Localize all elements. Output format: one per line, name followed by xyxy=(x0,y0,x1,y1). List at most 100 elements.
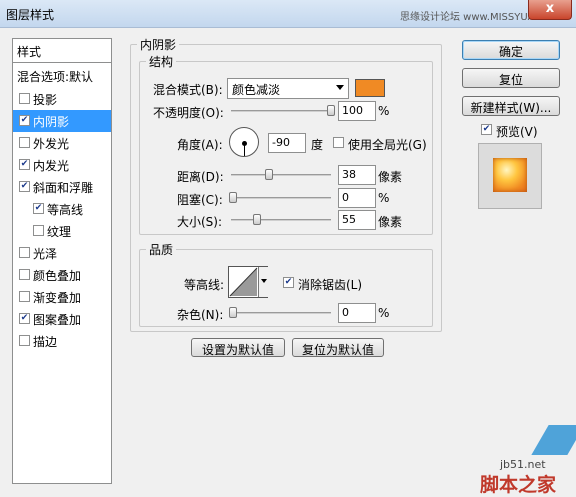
size-label: 大小(S): xyxy=(177,215,223,229)
title-bar: 图层样式 思缘设计论坛 www.MISSYUAN.COM x xyxy=(0,0,576,28)
angle-input[interactable]: -90 xyxy=(268,133,306,153)
size-slider-track[interactable] xyxy=(231,214,331,225)
noise-unit: % xyxy=(378,306,390,320)
style-satin[interactable]: 光泽 xyxy=(13,242,111,264)
opacity-slider-track[interactable] xyxy=(231,105,335,116)
style-label: 外发光 xyxy=(33,137,70,151)
global-light-label[interactable]: 使用全局光(G) xyxy=(348,136,427,153)
blending-options-label: 混合选项:默认 xyxy=(17,70,94,84)
inner-shadow-checkbox[interactable]: ✔ xyxy=(19,115,30,126)
style-color-overlay[interactable]: 颜色叠加 xyxy=(13,264,111,286)
contour-curve-icon xyxy=(229,267,258,297)
style-inner-glow[interactable]: ✔ 内发光 xyxy=(13,154,111,176)
styles-header[interactable]: 样式 xyxy=(13,39,111,63)
style-outer-glow[interactable]: 外发光 xyxy=(13,132,111,154)
structure-title: 结构 xyxy=(149,55,174,69)
style-bevel-emboss[interactable]: ✔ 斜面和浮雕 xyxy=(13,176,111,198)
blending-options-item[interactable]: 混合选项:默认 xyxy=(13,65,111,87)
style-label: 光泽 xyxy=(33,247,58,261)
antialias-checkbox[interactable]: ✔ xyxy=(283,277,294,288)
distance-unit: 像素 xyxy=(378,170,403,184)
style-gradient-overlay[interactable]: 渐变叠加 xyxy=(13,286,111,308)
contour-picker[interactable] xyxy=(228,266,268,298)
noise-slider-handle[interactable] xyxy=(229,307,237,318)
preview-checkbox[interactable]: ✔ xyxy=(481,124,492,135)
pattern-overlay-checkbox[interactable]: ✔ xyxy=(19,313,30,324)
style-label: 斜面和浮雕 xyxy=(33,181,94,195)
distance-input[interactable]: 38 xyxy=(338,165,376,185)
size-input[interactable]: 55 xyxy=(338,210,376,230)
opacity-slider-handle[interactable] xyxy=(327,105,335,116)
panel-title: 内阴影 xyxy=(140,38,177,52)
noise-input[interactable]: 0 xyxy=(338,303,376,323)
quality-title: 品质 xyxy=(149,243,174,257)
style-label: 等高线 xyxy=(47,203,84,217)
chevron-down-icon xyxy=(336,85,344,90)
style-inner-shadow[interactable]: ✔ 内阴影 xyxy=(13,110,111,132)
blend-mode-label: 混合模式(B): xyxy=(153,83,223,97)
preview-label[interactable]: 预览(V) xyxy=(496,123,538,140)
close-button[interactable]: x xyxy=(528,0,572,20)
stroke-checkbox[interactable] xyxy=(19,335,30,346)
choke-label: 阻塞(C): xyxy=(177,193,223,207)
angle-dial[interactable] xyxy=(229,127,259,157)
style-label: 描边 xyxy=(33,335,58,349)
contour-checkbox[interactable]: ✔ xyxy=(33,203,44,214)
size-unit: 像素 xyxy=(378,215,403,229)
texture-checkbox[interactable] xyxy=(33,225,44,236)
preview-thumbnail xyxy=(493,158,527,192)
style-drop-shadow[interactable]: 投影 xyxy=(13,88,111,110)
distance-slider-track[interactable] xyxy=(231,169,331,180)
style-label: 纹理 xyxy=(47,225,72,239)
drop-shadow-checkbox[interactable] xyxy=(19,93,30,104)
percent-unit: % xyxy=(378,104,390,118)
outer-glow-checkbox[interactable] xyxy=(19,137,30,148)
angle-label: 角度(A): xyxy=(177,138,223,152)
contour-label: 等高线: xyxy=(184,278,225,292)
style-contour[interactable]: ✔ 等高线 xyxy=(13,198,111,220)
make-default-button[interactable]: 设置为默认值 xyxy=(191,338,285,357)
blend-mode-value: 颜色减淡 xyxy=(232,83,281,97)
choke-slider-track[interactable] xyxy=(229,192,331,203)
styles-list: 样式 混合选项:默认 投影 ✔ 内阴影 外发光 ✔ 内发光 ✔ 斜面和浮雕 ✔ 等高线 … xyxy=(12,38,112,484)
choke-input[interactable]: 0 xyxy=(338,188,376,208)
opacity-input[interactable]: 100 xyxy=(338,101,376,121)
style-pattern-overlay[interactable]: ✔ 图案叠加 xyxy=(13,308,111,330)
bevel-emboss-checkbox[interactable]: ✔ xyxy=(19,181,30,192)
style-label: 投影 xyxy=(33,93,58,107)
global-light-checkbox[interactable] xyxy=(333,137,344,148)
blend-mode-select[interactable]: 颜色减淡 xyxy=(227,78,349,99)
noise-slider-track[interactable] xyxy=(229,307,331,318)
antialias-label[interactable]: 消除锯齿(L) xyxy=(298,276,362,293)
choke-slider-handle[interactable] xyxy=(229,192,237,203)
ok-button[interactable]: 确定 xyxy=(462,40,560,60)
style-texture[interactable]: 纹理 xyxy=(13,220,111,242)
distance-slider-handle[interactable] xyxy=(265,169,273,180)
style-label: 图案叠加 xyxy=(33,313,82,327)
reset-default-button[interactable]: 复位为默认值 xyxy=(292,338,384,357)
style-label: 颜色叠加 xyxy=(33,269,82,283)
angle-center-dot xyxy=(242,141,247,146)
noise-label: 杂色(N): xyxy=(177,308,224,322)
style-stroke[interactable]: 描边 xyxy=(13,330,111,352)
reset-button[interactable]: 复位 xyxy=(462,68,560,88)
satin-checkbox[interactable] xyxy=(19,247,30,258)
inner-glow-checkbox[interactable]: ✔ xyxy=(19,159,30,170)
choke-unit: % xyxy=(378,191,390,205)
shadow-color-swatch[interactable] xyxy=(355,79,385,97)
style-label: 渐变叠加 xyxy=(33,291,82,305)
size-slider-handle[interactable] xyxy=(253,214,261,225)
gradient-overlay-checkbox[interactable] xyxy=(19,291,30,302)
new-style-button[interactable]: 新建样式(W)... xyxy=(462,96,560,116)
style-label: 内发光 xyxy=(33,159,70,173)
style-label: 内阴影 xyxy=(33,115,70,129)
color-overlay-checkbox[interactable] xyxy=(19,269,30,280)
site-logo-brand: 脚本之家 xyxy=(480,474,557,496)
site-logo-shape xyxy=(531,425,576,455)
opacity-label: 不透明度(O): xyxy=(153,106,224,120)
angle-unit: 度 xyxy=(311,138,324,152)
style-preview xyxy=(478,143,542,209)
distance-label: 距离(D): xyxy=(177,170,224,184)
window-title: 图层样式 xyxy=(6,8,55,22)
contour-dropdown-icon[interactable] xyxy=(258,267,268,297)
